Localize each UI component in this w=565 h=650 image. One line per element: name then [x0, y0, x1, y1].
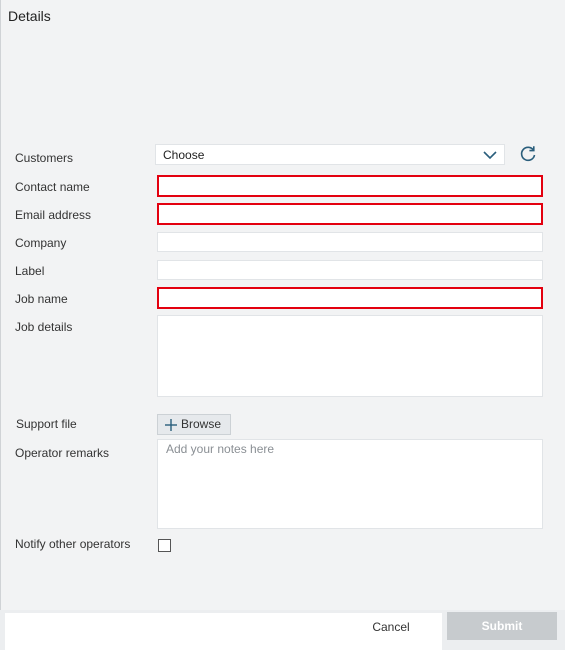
plus-icon: [165, 419, 177, 431]
cancel-button[interactable]: Cancel: [367, 614, 415, 640]
job-name-field[interactable]: [157, 287, 543, 309]
operator-remarks-textarea[interactable]: Add your notes here: [157, 439, 543, 529]
company-field[interactable]: [157, 232, 543, 252]
job-name-label: Job name: [15, 292, 68, 306]
company-label: Company: [15, 236, 67, 250]
refresh-icon[interactable]: [518, 144, 538, 164]
submit-button[interactable]: Submit: [447, 612, 557, 640]
email-address-label: Email address: [15, 208, 92, 222]
panel-left-border: [0, 0, 1, 650]
contact-name-field[interactable]: [157, 175, 543, 197]
browse-button-label: Browse: [181, 417, 222, 431]
label-field-label: Label: [15, 264, 45, 278]
customers-select[interactable]: Choose: [155, 144, 505, 165]
job-details-textarea[interactable]: [157, 315, 543, 397]
job-details-label: Job details: [15, 320, 73, 334]
email-address-field[interactable]: [157, 203, 543, 225]
customers-select-value: Choose: [163, 148, 205, 162]
customers-label: Customers: [15, 151, 74, 165]
label-field[interactable]: [157, 260, 543, 280]
operator-remarks-label: Operator remarks: [15, 446, 110, 460]
notify-label: Notify other operators: [15, 537, 131, 551]
chevron-down-icon: [483, 151, 497, 160]
panel-title: Details: [8, 8, 51, 24]
browse-button[interactable]: Browse: [157, 414, 231, 435]
operator-remarks-placeholder: Add your notes here: [166, 442, 275, 456]
support-file-label: Support file: [16, 417, 77, 431]
contact-name-label: Contact name: [15, 180, 90, 194]
notify-checkbox[interactable]: [158, 539, 171, 552]
